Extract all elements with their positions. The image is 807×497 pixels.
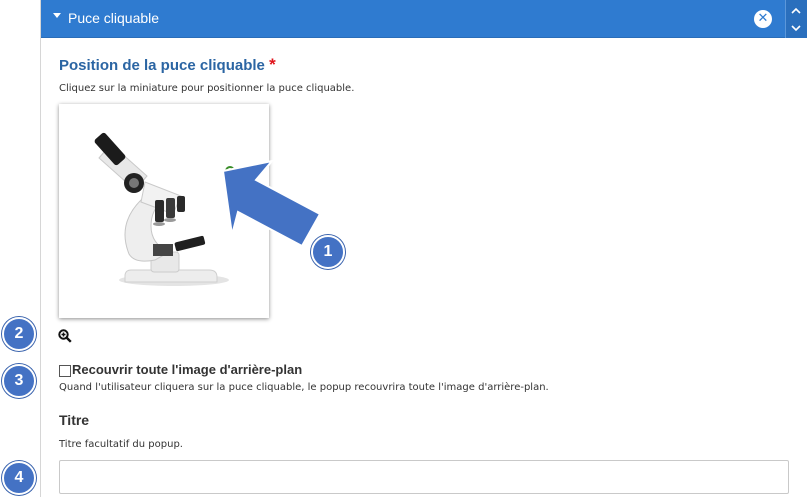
- callout-badge-2: 2: [2, 317, 36, 351]
- callout-badge-1: 1: [311, 235, 345, 269]
- callout-badge-4: 4: [2, 461, 36, 495]
- annotation-arrow: [221, 159, 322, 248]
- callout-badge-3: 3: [2, 364, 36, 398]
